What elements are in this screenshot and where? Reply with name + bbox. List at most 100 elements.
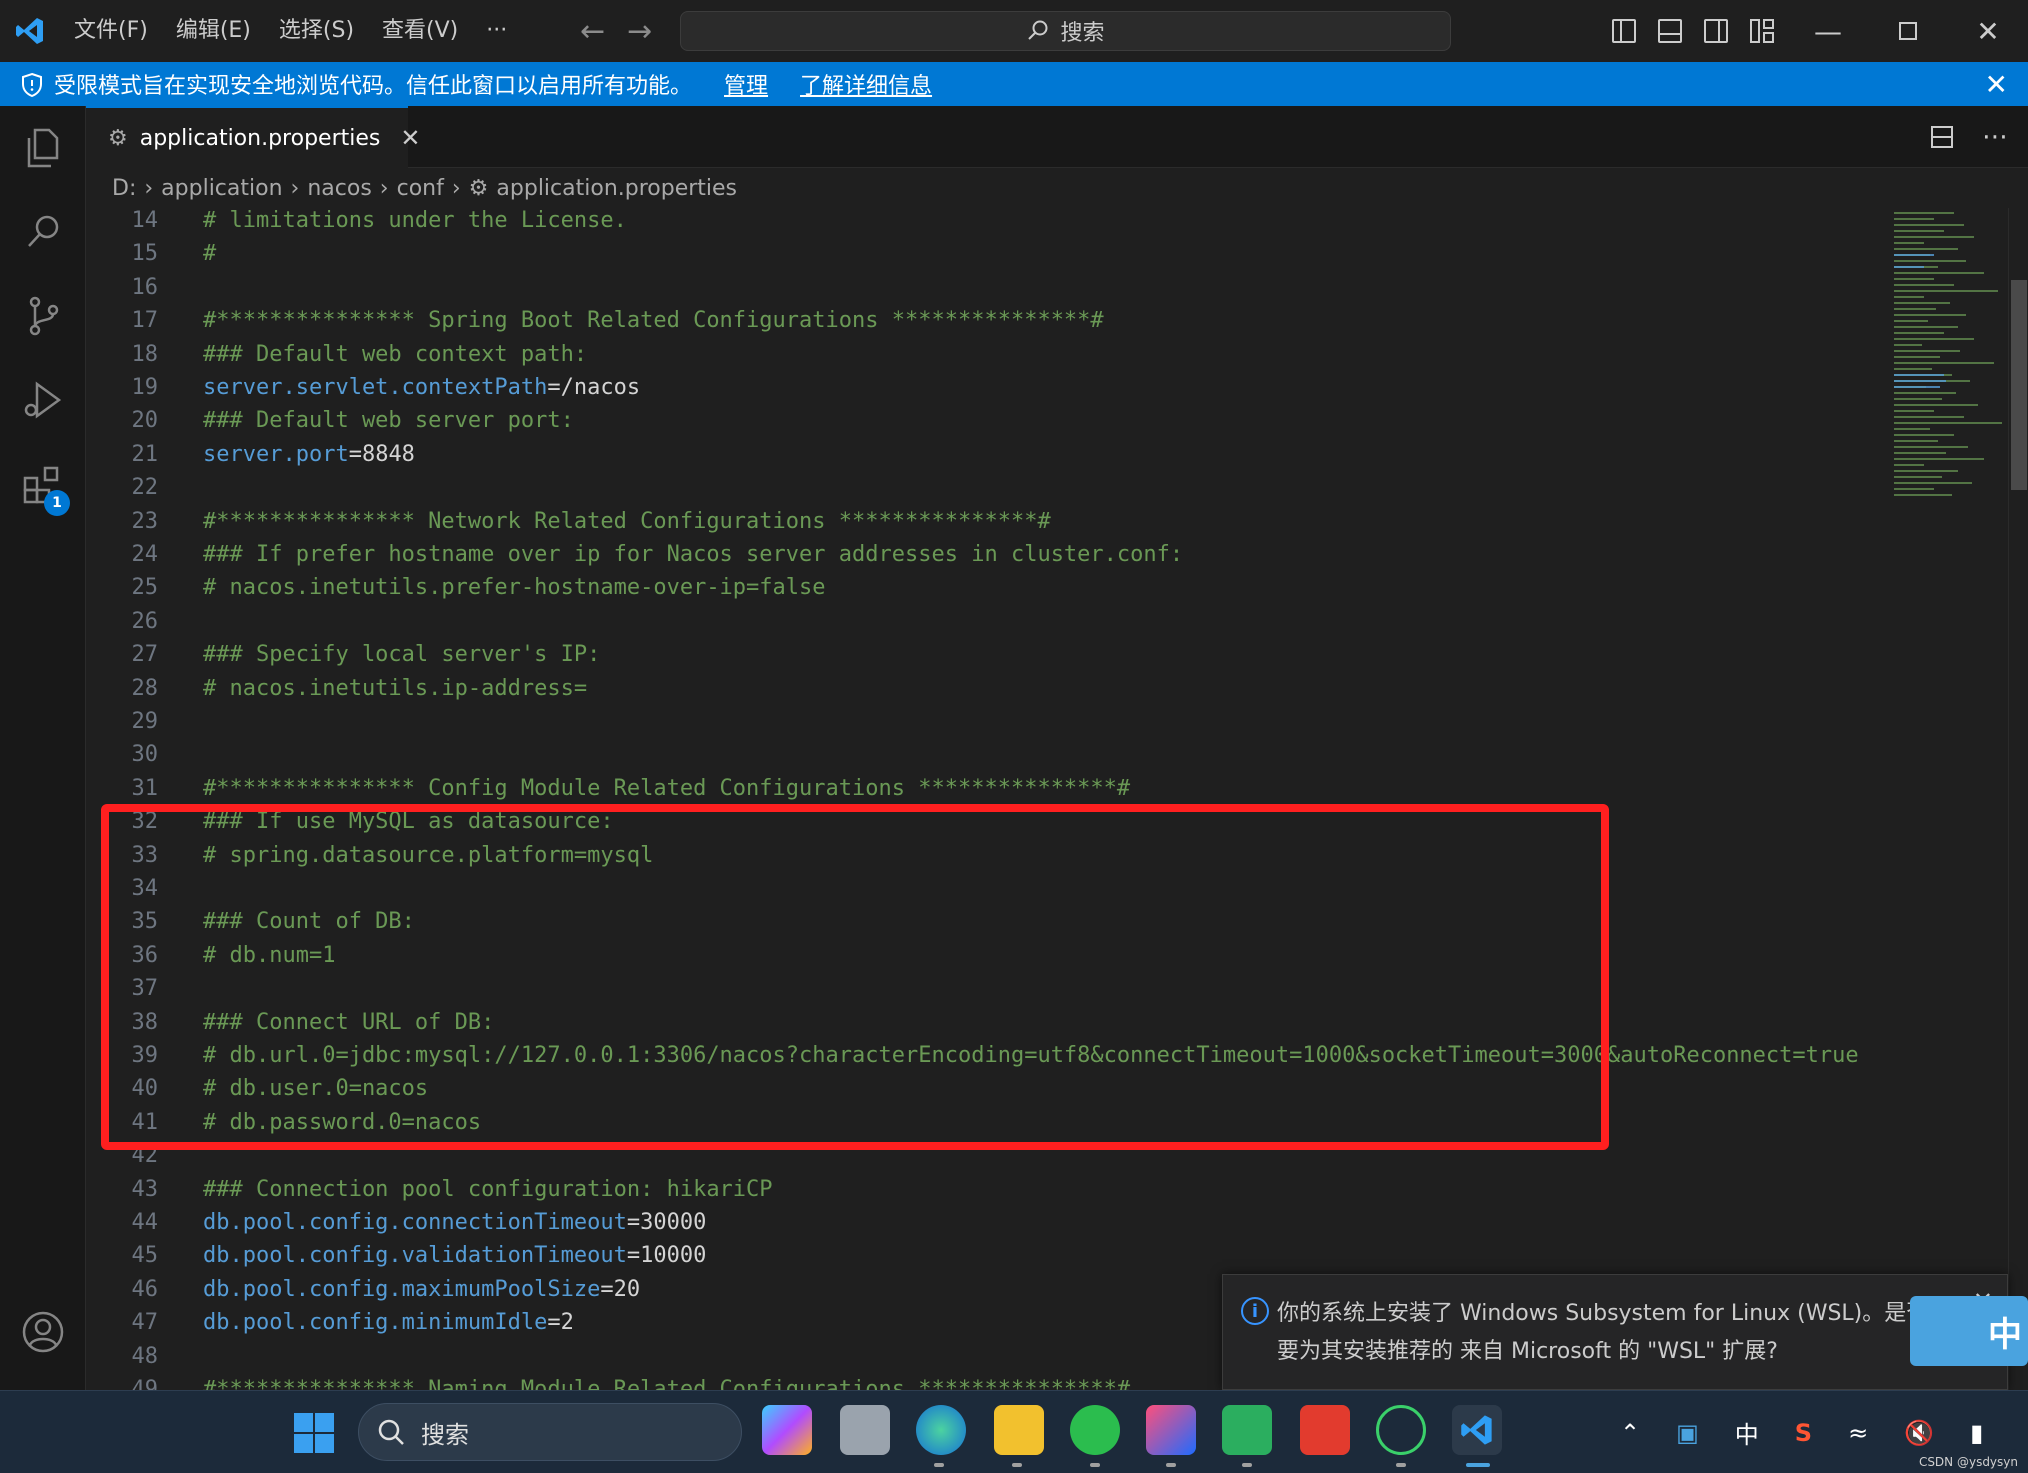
code-line[interactable]: 33 # spring.datasource.platform=mysql — [86, 839, 1956, 872]
minimap[interactable] — [1888, 208, 2008, 1390]
code-line[interactable]: 30 — [86, 738, 1956, 771]
taskbar-search-box[interactable]: 搜索 — [358, 1403, 742, 1461]
property-key: server.port — [203, 441, 349, 467]
source-control-icon[interactable] — [0, 274, 86, 358]
code-line[interactable]: 41 # db.password.0=nacos — [86, 1106, 1956, 1139]
code-line[interactable]: 31 #*************** Config Module Related… — [86, 772, 1956, 805]
breadcrumb-nacos[interactable]: nacos — [307, 176, 371, 201]
code-line[interactable]: 37 — [86, 972, 1956, 1005]
search-icon — [1028, 20, 1048, 40]
menu-more[interactable]: ··· — [472, 0, 521, 62]
menu-selection[interactable]: 选择(S) — [265, 0, 368, 62]
wps-office-icon[interactable] — [1300, 1405, 1350, 1455]
comment-text: ### Connection pool configuration: hikar… — [203, 1176, 773, 1202]
vertical-scrollbar[interactable] — [2008, 208, 2028, 1390]
toggle-primary-sidebar-icon[interactable] — [1612, 19, 1636, 43]
menu-edit[interactable]: 编辑(E) — [162, 0, 265, 62]
code-line[interactable]: 25 # nacos.inetutils.prefer-hostname-over… — [86, 571, 1956, 604]
code-line[interactable]: 28 # nacos.inetutils.ip-address= — [86, 672, 1956, 705]
code-line[interactable]: 23 #*************** Network Related Confi… — [86, 505, 1956, 538]
toast-message-line2: 要为其安装推荐的 来自 Microsoft 的 "WSL" 扩展? — [1277, 1339, 1778, 1364]
green-app-icon[interactable] — [1376, 1405, 1426, 1455]
code-line[interactable]: 38 ### Connect URL of DB: — [86, 1006, 1956, 1039]
wifi-icon[interactable]: ≈ — [1848, 1419, 1868, 1447]
forward-arrow-icon[interactable]: → — [627, 14, 652, 49]
menu-file[interactable]: 文件(F) — [60, 0, 162, 62]
ime-indicator[interactable]: 中 — [1735, 1415, 1759, 1450]
code-editor[interactable]: 14 # limitations under the License. 15 #16 1… — [86, 208, 1956, 1390]
code-line[interactable]: 16 — [86, 271, 1956, 304]
code-line[interactable]: 18 ### Default web context path: — [86, 338, 1956, 371]
more-actions-icon[interactable]: ⋯ — [1982, 122, 2008, 152]
code-line[interactable]: 43 ### Connection pool configuration: hik… — [86, 1173, 1956, 1206]
code-line[interactable]: 42 — [86, 1139, 1956, 1172]
code-line[interactable]: 20 ### Default web server port: — [86, 404, 1956, 437]
code-line[interactable]: 21 server.port=8848 — [86, 438, 1956, 471]
comment-text: # limitations under the License. — [203, 208, 627, 233]
toggle-panel-icon[interactable] — [1658, 19, 1682, 43]
code-line[interactable]: 26 — [86, 605, 1956, 638]
toggle-secondary-sidebar-icon[interactable] — [1704, 19, 1728, 43]
maximize-icon[interactable] — [1868, 0, 1948, 62]
code-line[interactable]: 32 ### If use MySQL as datasource: — [86, 805, 1956, 838]
breadcrumb-application[interactable]: application — [161, 176, 282, 201]
search-icon[interactable] — [0, 190, 86, 274]
code-line[interactable]: 22 — [86, 471, 1956, 504]
close-window-icon[interactable]: ✕ — [1948, 0, 2028, 62]
minimize-icon[interactable]: — — [1788, 0, 1868, 62]
volume-muted-icon[interactable]: 🔇 — [1904, 1419, 1934, 1447]
extensions-icon[interactable]: 1 — [0, 442, 86, 526]
code-line[interactable]: 34 — [86, 872, 1956, 905]
ime-floating-badge[interactable]: 中 — [1910, 1296, 2028, 1366]
comment-text: # nacos.inetutils.ip-address= — [203, 675, 588, 701]
code-line[interactable]: 45 db.pool.config.validationTimeout=10000 — [86, 1239, 1956, 1272]
chevron-right-icon: › — [379, 175, 389, 201]
code-line[interactable]: 17 #*************** Spring Boot Related C… — [86, 304, 1956, 337]
command-center-search[interactable]: 搜索 — [680, 11, 1451, 51]
run-and-debug-icon[interactable] — [0, 358, 86, 442]
tray-app-icon[interactable]: ▣ — [1676, 1419, 1699, 1447]
edge-browser-icon[interactable] — [916, 1405, 966, 1455]
file-explorer-icon[interactable] — [994, 1405, 1044, 1455]
windows-start-icon[interactable] — [292, 1411, 336, 1455]
code-line[interactable]: 19 server.servlet.contextPath=/nacos — [86, 371, 1956, 404]
explorer-icon[interactable] — [0, 106, 86, 190]
intellij-idea-icon[interactable] — [1146, 1405, 1196, 1455]
task-view-icon[interactable] — [840, 1405, 890, 1455]
code-line[interactable]: 29 — [86, 705, 1956, 738]
code-line[interactable]: 40 # db.user.0=nacos — [86, 1072, 1956, 1105]
breadcrumb-conf[interactable]: conf — [397, 176, 444, 201]
code-line[interactable]: 36 # db.num=1 — [86, 939, 1956, 972]
scrollbar-thumb[interactable] — [2011, 280, 2027, 490]
code-line[interactable]: 39 # db.url.0=jdbc:mysql://127.0.0.1:3306… — [86, 1039, 1956, 1072]
breadcrumb-file[interactable]: application.properties — [496, 176, 737, 201]
vscode-taskbar-icon[interactable] — [1452, 1405, 1502, 1455]
code-line[interactable]: 15 # — [86, 237, 1956, 270]
banner-learn-more-link[interactable]: 了解详细信息 — [800, 68, 932, 100]
split-editor-icon[interactable] — [1930, 125, 1954, 149]
code-line[interactable]: 14 # limitations under the License. — [86, 208, 1956, 237]
chevron-up-icon[interactable]: ⌃ — [1620, 1419, 1640, 1447]
hbuilder-icon[interactable] — [1222, 1405, 1272, 1455]
wechat-icon[interactable] — [1070, 1405, 1120, 1455]
breadcrumb-drive[interactable]: D: — [112, 176, 136, 201]
menu-view[interactable]: 查看(V) — [368, 0, 472, 62]
code-line[interactable]: 24 ### If prefer hostname over ip for Nac… — [86, 538, 1956, 571]
battery-icon[interactable]: ▮ — [1970, 1419, 1983, 1447]
tab-application-properties[interactable]: ⚙ application.properties ✕ — [86, 106, 420, 168]
line-number: 49 — [131, 1377, 159, 1390]
code-line[interactable]: 27 ### Specify local server's IP: — [86, 638, 1956, 671]
customize-layout-icon[interactable] — [1750, 19, 1774, 43]
comment-text: ### Default web context path: — [203, 341, 588, 367]
line-number: 24 — [131, 542, 159, 567]
sogou-icon[interactable]: S — [1795, 1419, 1812, 1447]
code-line[interactable]: 35 ### Count of DB: — [86, 905, 1956, 938]
tab-close-icon[interactable]: ✕ — [400, 124, 420, 152]
line-number: 45 — [131, 1243, 159, 1269]
back-arrow-icon[interactable]: ← — [580, 14, 605, 49]
banner-close-icon[interactable]: ✕ — [1985, 68, 2008, 101]
account-icon[interactable] — [0, 1290, 86, 1374]
copilot-icon[interactable] — [762, 1405, 812, 1455]
banner-manage-link[interactable]: 管理 — [724, 68, 768, 100]
code-line[interactable]: 44 db.pool.config.connectionTimeout=30000 — [86, 1206, 1956, 1239]
